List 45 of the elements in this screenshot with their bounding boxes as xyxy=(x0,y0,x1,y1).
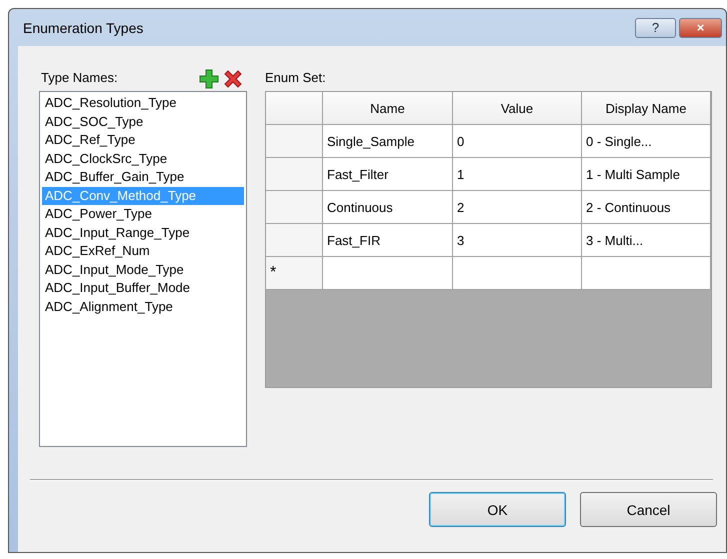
list-item[interactable]: ADC_Buffer_Gain_Type xyxy=(42,168,244,186)
window-title: Enumeration Types xyxy=(23,20,144,36)
list-item[interactable]: ADC_Input_Range_Type xyxy=(42,224,244,242)
table-cell[interactable]: 0 - Single... xyxy=(582,125,711,158)
enum-set-label: Enum Set: xyxy=(265,69,327,87)
type-names-label: Type Names: xyxy=(40,69,119,85)
row-header[interactable] xyxy=(266,191,323,224)
list-item[interactable]: ADC_SOC_Type xyxy=(42,112,244,131)
column-header[interactable]: Value xyxy=(453,92,582,125)
table-cell[interactable]: 0 xyxy=(453,125,582,158)
new-row-marker[interactable]: * xyxy=(266,257,323,290)
row-header[interactable] xyxy=(266,125,323,158)
table-cell[interactable]: Continuous xyxy=(323,191,453,224)
type-names-list[interactable] xyxy=(39,91,247,447)
list-item[interactable]: ADC_Power_Type xyxy=(42,205,244,224)
list-item[interactable]: ADC_ClockSrc_Type xyxy=(42,150,244,168)
table-cell[interactable]: Single_Sample xyxy=(323,125,453,158)
delete-icon[interactable] xyxy=(223,69,243,89)
list-item[interactable]: ADC_Ref_Type xyxy=(42,131,244,150)
table-cell[interactable]: Fast_Filter xyxy=(323,158,453,191)
table-cell[interactable] xyxy=(453,257,582,290)
help-button[interactable]: ? xyxy=(635,18,676,38)
table-cell[interactable]: 3 - Multi... xyxy=(582,224,711,257)
table-cell[interactable]: 3 xyxy=(453,224,582,257)
add-icon[interactable] xyxy=(199,69,219,89)
column-header[interactable]: Name xyxy=(323,92,453,125)
enum-grid[interactable]: Name Value Display Name Single_Sample 0 0 - Single... Fast_Filter 1 1 - Multi Sample Continuous 2 2 - Continuous Fast_FIR 3 3 - Multi... * xyxy=(265,91,712,388)
row-header[interactable] xyxy=(266,158,323,191)
table-cell[interactable]: 1 - Multi Sample xyxy=(582,158,711,191)
table-cell[interactable]: Fast_FIR xyxy=(323,224,453,257)
corner-header xyxy=(266,92,323,125)
list-item[interactable]: ADC_ExRef_Num xyxy=(42,242,244,260)
list-item[interactable]: ADC_Alignment_Type xyxy=(42,298,244,316)
table-cell[interactable] xyxy=(323,257,453,290)
cancel-button[interactable]: Cancel xyxy=(580,492,717,527)
table-cell[interactable]: 2 xyxy=(453,191,582,224)
list-item[interactable]: ADC_Resolution_Type xyxy=(42,94,244,112)
list-item[interactable]: ADC_Input_Mode_Type xyxy=(42,260,244,279)
table-cell[interactable]: 2 - Continuous xyxy=(582,191,711,224)
column-header[interactable]: Display Name xyxy=(582,92,711,125)
table-cell[interactable]: 1 xyxy=(453,158,582,191)
list-item[interactable]: ADC_Input_Buffer_Mode xyxy=(42,279,244,298)
ok-button[interactable]: OK xyxy=(429,492,566,527)
row-header[interactable] xyxy=(266,224,323,257)
table-cell[interactable] xyxy=(582,257,711,290)
